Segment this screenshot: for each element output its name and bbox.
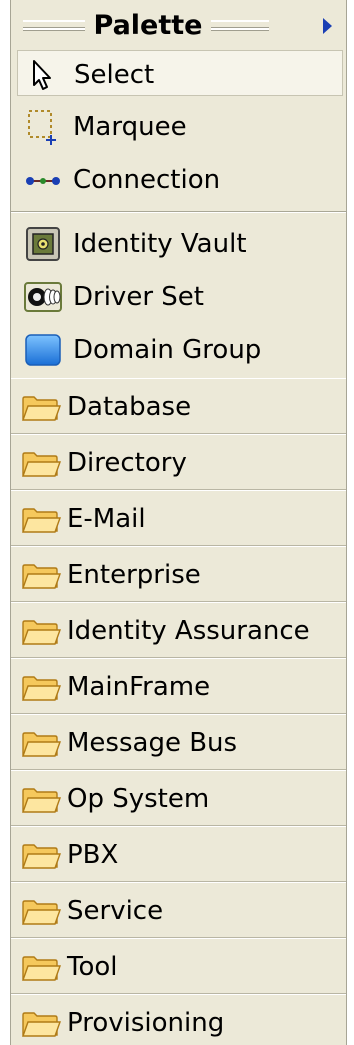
entry-identity-vault-label: Identity Vault <box>73 229 247 259</box>
drawer-identity-assurance-label: Identity Assurance <box>67 616 310 646</box>
collapse-arrow-icon[interactable] <box>323 18 332 34</box>
marquee-icon <box>28 110 56 145</box>
drawer-directory[interactable]: Directory <box>11 434 346 490</box>
header-grip-right <box>211 20 269 30</box>
drawer-pbx[interactable]: PBX <box>11 826 346 882</box>
drawer-op-system[interactable]: Op System <box>11 770 346 826</box>
drawer-tool-label: Tool <box>67 952 118 982</box>
identity-vault-icon <box>26 227 60 261</box>
drawer-enterprise[interactable]: Enterprise <box>11 546 346 602</box>
drawer-op-system-label: Op System <box>67 784 210 814</box>
drawer-directory-label: Directory <box>67 448 187 478</box>
folder-icon <box>22 956 61 981</box>
drawer-e-mail[interactable]: E-Mail <box>11 490 346 546</box>
drawer-e-mail-label: E-Mail <box>67 504 146 534</box>
tool-select[interactable]: Select <box>17 50 343 96</box>
folder-icon <box>22 452 61 477</box>
tool-connection-label: Connection <box>73 165 221 195</box>
drawer-database-label: Database <box>67 392 192 422</box>
arrow-pointer-icon <box>33 60 51 90</box>
drawer-database[interactable]: Database <box>11 378 346 434</box>
drawer-identity-assurance[interactable]: Identity Assurance <box>11 602 346 658</box>
folder-icon <box>22 788 61 813</box>
entry-identity-vault[interactable]: Identity Vault <box>17 220 343 266</box>
tool-select-label: Select <box>74 60 155 90</box>
drawer-service[interactable]: Service <box>11 882 346 938</box>
folder-icon <box>22 508 61 533</box>
folder-icon <box>22 676 61 701</box>
drawer-enterprise-label: Enterprise <box>67 560 201 590</box>
entry-domain-group-label: Domain Group <box>73 335 262 365</box>
tool-marquee[interactable]: Marquee <box>17 103 343 149</box>
folder-icon <box>22 1012 61 1037</box>
header-grip-left <box>23 20 85 30</box>
drawer-pbx-label: PBX <box>67 840 119 870</box>
drawer-message-bus[interactable]: Message Bus <box>11 714 346 770</box>
drawer-service-label: Service <box>67 896 164 926</box>
tool-marquee-label: Marquee <box>73 112 187 142</box>
drawer-tool[interactable]: Tool <box>11 938 346 994</box>
drawer-mainframe-label: MainFrame <box>67 672 211 702</box>
entry-driver-set[interactable]: Driver Set <box>17 273 343 319</box>
folder-icon <box>22 732 61 757</box>
palette-title: Palette <box>93 10 203 41</box>
drawer-provisioning[interactable]: Provisioning <box>11 994 346 1045</box>
drawer-message-bus-label: Message Bus <box>67 728 238 758</box>
separator <box>11 211 346 213</box>
palette-panel: Palette Select Marquee Connection Identi… <box>10 0 347 1045</box>
folder-icon <box>22 620 61 645</box>
folder-icon <box>22 844 61 869</box>
folder-icon <box>22 564 61 589</box>
drawer-provisioning-label: Provisioning <box>67 1008 225 1038</box>
drawer-mainframe[interactable]: MainFrame <box>11 658 346 714</box>
domain-group-icon <box>25 334 61 366</box>
driver-set-icon <box>24 282 62 312</box>
entry-domain-group[interactable]: Domain Group <box>17 326 343 372</box>
folder-icon <box>22 396 61 421</box>
folder-icon <box>22 900 61 925</box>
palette-header[interactable]: Palette <box>11 0 346 46</box>
tool-connection[interactable]: Connection <box>17 156 343 202</box>
connection-icon <box>26 177 60 185</box>
entry-driver-set-label: Driver Set <box>73 282 204 312</box>
